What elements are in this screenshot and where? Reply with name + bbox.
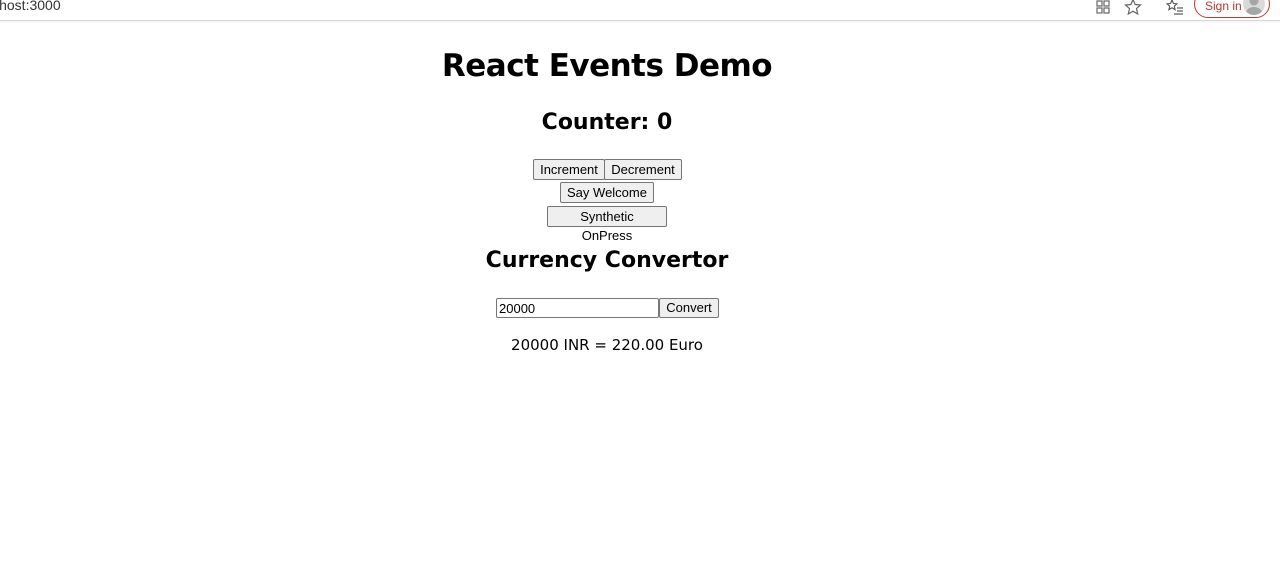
synthetic-onpress-button[interactable]: Synthetic OnPress: [547, 206, 667, 243]
conversion-result: 20000 INR = 220.00 Euro: [511, 336, 703, 354]
favorites-list-icon[interactable]: [1166, 0, 1184, 16]
avatar-icon: [1243, 0, 1265, 15]
sign-in-button[interactable]: Sign in: [1194, 0, 1270, 18]
sign-in-label: Sign in: [1205, 0, 1242, 13]
convert-button[interactable]: Convert: [659, 298, 719, 318]
address-bar-url[interactable]: lhost:3000: [0, 0, 61, 13]
apps-grid-icon[interactable]: [1094, 0, 1112, 16]
increment-button[interactable]: Increment: [533, 159, 605, 180]
page-title: React Events Demo: [441, 48, 773, 84]
decrement-button[interactable]: Decrement: [604, 159, 682, 180]
browser-toolbar: lhost:3000 Sign in: [0, 0, 1280, 21]
say-welcome-button[interactable]: Say Welcome: [560, 182, 654, 203]
currency-section-title: Currency Convertor: [485, 248, 729, 273]
favorite-star-icon[interactable]: [1124, 0, 1142, 16]
counter-display: Counter: 0: [541, 110, 673, 135]
amount-input[interactable]: [496, 298, 659, 318]
